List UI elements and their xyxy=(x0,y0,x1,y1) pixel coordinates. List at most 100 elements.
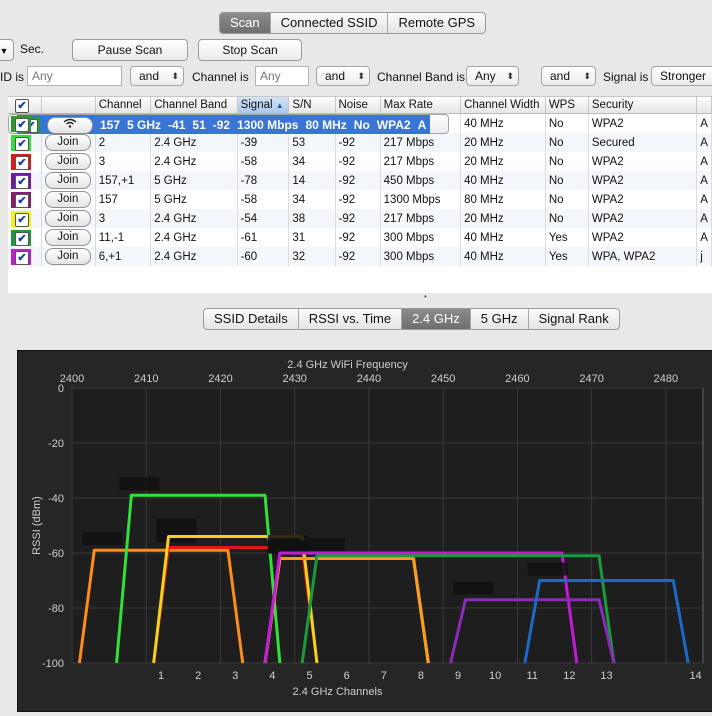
channel-tick-label: 8 xyxy=(418,670,424,682)
checkbox-icon[interactable]: ✔ xyxy=(15,174,29,189)
checkbox-icon[interactable]: ✔ xyxy=(15,99,29,113)
header-select-all[interactable]: ✔ xyxy=(8,97,42,114)
rssi-tick-label: -20 xyxy=(48,438,64,450)
cell-band: 5 GHz xyxy=(150,171,238,190)
header-channel-width[interactable]: Channel Width xyxy=(460,97,546,114)
checkbox-icon[interactable]: ✔ xyxy=(15,136,29,151)
checkbox-icon[interactable]: ✔ xyxy=(15,212,29,227)
pause-scan-button[interactable]: Pause Scan xyxy=(72,39,188,61)
cell-channel: 3 xyxy=(95,209,152,228)
table-row[interactable]: ✔ Join 3 2.4 GHz -54 38 -92 217 Mbps 20 MHz No WPA… xyxy=(8,209,712,228)
and-select-2-value: and xyxy=(325,69,346,83)
header-signal[interactable]: Signal ▲ xyxy=(237,97,290,114)
table-row[interactable]: ✔ Join 11,-1 2.4 GHz -61 31 -92 300 Mbps 40 MHz Y… xyxy=(8,228,712,247)
table-row[interactable]: ✔ Join 6,+1 2.4 GHz -60 32 -92 300 Mbps 40 MHz Ye… xyxy=(8,247,712,266)
join-cell[interactable]: Join xyxy=(41,171,96,190)
cell-noise: -92 xyxy=(335,152,381,171)
and-select-2[interactable]: and ⬍ xyxy=(316,66,370,86)
band-select[interactable]: Any ⬍ xyxy=(466,66,519,86)
ssid-filter-input[interactable] xyxy=(27,66,122,86)
cell-overflow: A xyxy=(696,171,712,190)
checkbox-icon[interactable]: ✔ xyxy=(15,231,29,246)
join-cell[interactable]: Join xyxy=(41,133,96,152)
join-button[interactable]: Join xyxy=(44,134,91,151)
tab-scan[interactable]: Scan xyxy=(220,13,270,33)
tab-2-4-ghz[interactable]: 2.4 GHz xyxy=(401,309,470,329)
connected-cell[interactable] xyxy=(43,115,97,134)
cell-security: WPA, WPA2 xyxy=(588,247,698,266)
tab-connected-ssid[interactable]: Connected SSID xyxy=(269,13,388,33)
row-color-cell[interactable]: ✔ xyxy=(8,133,42,152)
cell-channel: 6,+1 xyxy=(95,247,152,266)
cell-width: 20 MHz xyxy=(460,133,546,152)
channel-filter-label: Channel is xyxy=(192,70,249,84)
freq-tick-label: 2410 xyxy=(134,373,158,385)
freq-tick-label: 2450 xyxy=(431,373,455,385)
checkbox-icon[interactable]: ✔ xyxy=(15,250,29,265)
cell-channel: 2 xyxy=(95,133,152,152)
cell-sn: 32 xyxy=(288,247,336,266)
splitter-handle[interactable]: • xyxy=(424,293,430,301)
and-select-3[interactable]: and ⬍ xyxy=(541,66,596,86)
ssid-filter-label: ID is xyxy=(0,70,24,84)
cell-sn: 31 xyxy=(288,228,336,247)
and-select-1[interactable]: and ⬍ xyxy=(130,66,184,86)
sec-dropdown-button[interactable]: ▼ xyxy=(0,39,14,61)
cell-noise: -92 xyxy=(335,228,381,247)
header-channel-band[interactable]: Channel Band xyxy=(150,97,238,114)
table-row[interactable]: ✔ Join 2 2.4 GHz -39 53 -92 217 Mbps 20 MHz No Sec… xyxy=(8,133,712,152)
tab-rssi-vs-time[interactable]: RSSI vs. Time xyxy=(297,309,401,329)
channel-chart: 2400 2410 2420 2430 2440 2450 2460 2470 24800-20… xyxy=(31,359,704,698)
tab-5-ghz[interactable]: 5 GHz xyxy=(469,309,528,329)
checkbox-icon[interactable]: ✔ xyxy=(15,155,29,170)
join-button[interactable]: Join xyxy=(44,191,91,208)
tab-remote-gps[interactable]: Remote GPS xyxy=(387,13,485,33)
cell-noise: -92 xyxy=(335,171,381,190)
tab-ssid-details[interactable]: SSID Details xyxy=(204,309,298,329)
cell-wps: No xyxy=(545,209,589,228)
row-color-cell[interactable]: ✔ xyxy=(8,190,42,209)
cell-noise: -92 xyxy=(335,247,381,266)
join-button[interactable]: Join xyxy=(44,172,91,189)
table-row[interactable]: ✔ Join 157,+1 5 GHz -78 14 -92 450 Mbps 40 MHz No… xyxy=(8,171,712,190)
join-button[interactable]: Join xyxy=(44,229,91,246)
header-sn[interactable]: S/N xyxy=(288,97,336,114)
top-tab-bar: Scan Connected SSID Remote GPS xyxy=(219,12,487,34)
row-color-cell[interactable]: ✔ xyxy=(8,247,42,266)
header-noise[interactable]: Noise xyxy=(335,97,381,114)
row-color-cell[interactable]: ✔ xyxy=(8,228,42,247)
signal-select[interactable]: Stronger xyxy=(651,66,712,86)
table-row[interactable]: ✔ Join 157 5 GHz -58 34 -92 1300 Mbps 80 MHz No WP… xyxy=(8,190,712,209)
row-color-cell[interactable]: ✔ xyxy=(8,152,42,171)
row-color-cell[interactable]: ✔ xyxy=(8,171,42,190)
join-cell[interactable]: Join xyxy=(41,190,96,209)
header-max-rate[interactable]: Max Rate xyxy=(380,97,462,114)
header-security[interactable]: Security xyxy=(588,97,698,114)
join-button[interactable]: Join xyxy=(44,248,91,265)
cell-width: 40 MHz xyxy=(460,171,546,190)
join-cell[interactable]: Join xyxy=(41,152,96,171)
updown-icon: ⬍ xyxy=(506,71,514,81)
header-channel[interactable]: Channel xyxy=(95,97,152,114)
table-header-row: ✔ Channel Channel Band Signal ▲ S/N Nois… xyxy=(8,97,712,114)
cell-width: 20 MHz xyxy=(460,152,546,171)
stop-scan-button[interactable]: Stop Scan xyxy=(198,39,302,61)
checkbox-icon[interactable]: ✔ xyxy=(15,117,29,132)
join-cell[interactable]: Join xyxy=(41,247,96,266)
join-cell[interactable]: Join xyxy=(41,228,96,247)
join-button[interactable]: Join xyxy=(44,210,91,227)
updown-icon: ⬍ xyxy=(583,71,591,81)
join-button[interactable]: Join xyxy=(44,153,91,170)
freq-tick-label: 2440 xyxy=(357,373,381,385)
join-cell[interactable]: Join xyxy=(41,209,96,228)
cell-security: WPA2 xyxy=(373,115,415,134)
table-row[interactable]: ✔ Join 3 2.4 GHz -58 34 -92 217 Mbps 20 MHz No WPA… xyxy=(8,152,712,171)
table-row-selected[interactable]: ✔ 157 5 GHz -41 51 -92 1300 Mbps 80 MHz No WPA2 A xyxy=(8,114,450,134)
cell-width: 40 MHz xyxy=(460,114,546,133)
tab-signal-rank[interactable]: Signal Rank xyxy=(527,309,619,329)
channel-filter-input[interactable] xyxy=(255,66,309,86)
cell-noise: -92 xyxy=(335,190,381,209)
row-color-cell[interactable]: ✔ xyxy=(8,209,42,228)
header-wps[interactable]: WPS xyxy=(545,97,589,114)
checkbox-icon[interactable]: ✔ xyxy=(15,193,29,208)
